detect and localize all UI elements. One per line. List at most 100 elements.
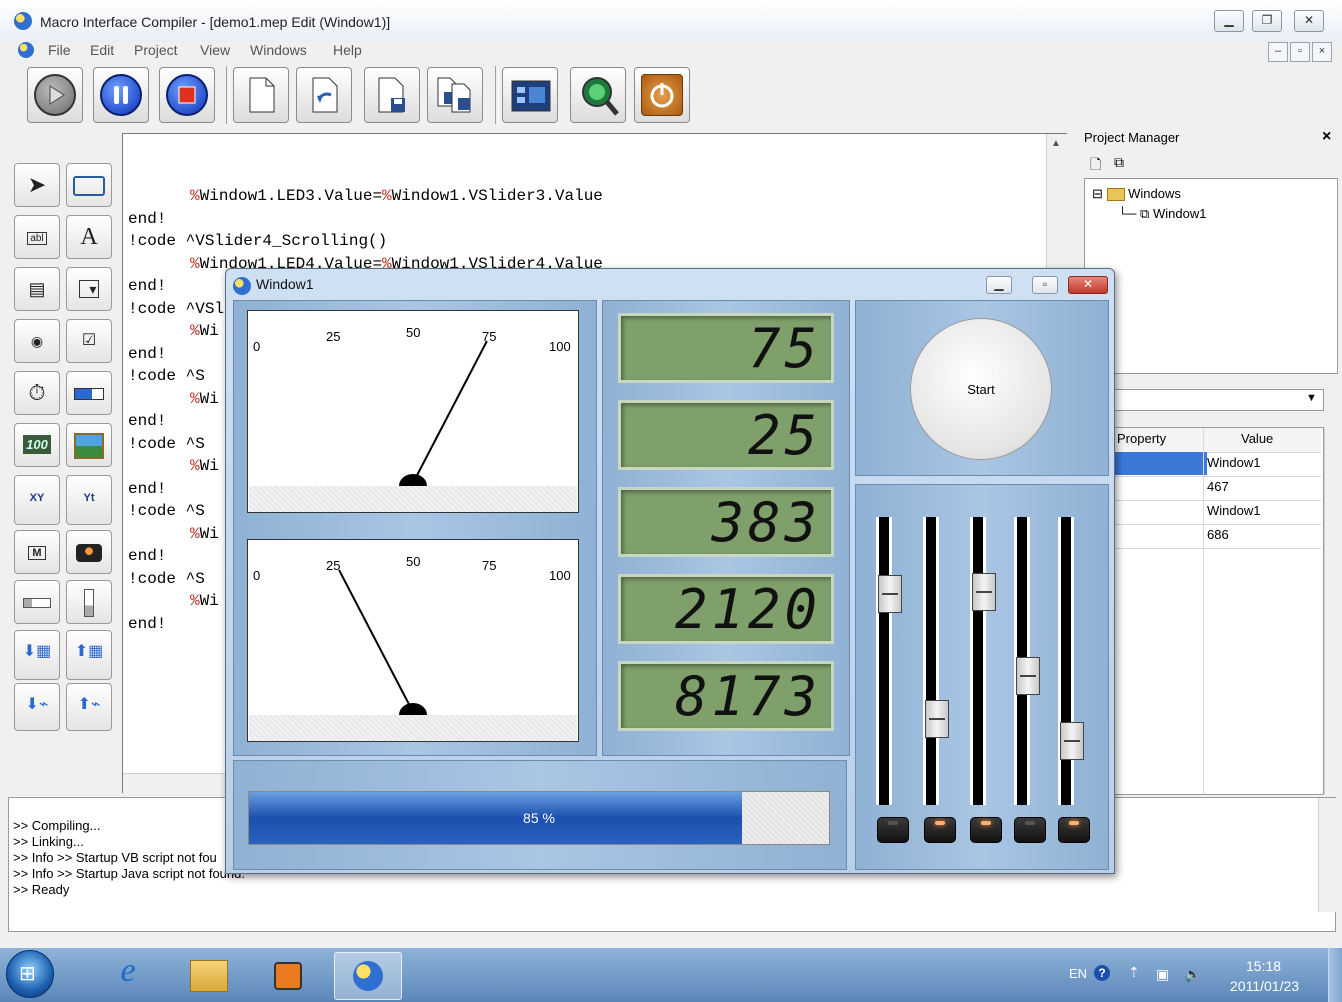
vertical-slider[interactable] (923, 517, 939, 805)
xy-chart-tool[interactable]: XY (14, 475, 60, 525)
slider-thumb[interactable] (972, 573, 996, 611)
scroll-up-icon[interactable]: ▲ (1051, 138, 1061, 149)
led-tool[interactable] (66, 530, 112, 574)
upload-usb-tool[interactable]: ⬆⌁ (66, 683, 112, 731)
combobox-tool[interactable]: ▾ (66, 267, 112, 311)
progressbar-tool[interactable] (66, 371, 112, 415)
checkbox-tool[interactable]: ☑ (66, 319, 112, 363)
slider-thumb[interactable] (925, 700, 949, 738)
download-board-tool[interactable]: ⬇▦ (14, 630, 60, 680)
lcd-value: 75 (747, 317, 821, 380)
stop-button[interactable] (159, 67, 215, 123)
start-button[interactable]: Start (910, 318, 1052, 460)
save-file-button[interactable] (427, 67, 483, 123)
file-explorer-icon[interactable] (180, 952, 236, 998)
menu-help[interactable]: Help (333, 42, 362, 58)
run-button[interactable] (27, 67, 83, 123)
tree-node-window1[interactable]: └─ ⧉ Window1 (1118, 206, 1206, 222)
led-icon (76, 543, 102, 562)
stop-icon (166, 74, 208, 116)
menu-file[interactable]: File (48, 42, 71, 58)
checkbox-icon: ☑ (81, 332, 97, 349)
pause-button[interactable] (93, 67, 149, 123)
macro-compiler-taskbar-icon[interactable] (334, 952, 402, 1000)
property-grid[interactable]: Property Value ne Window1 ght 467 t Wind… (1084, 427, 1324, 795)
property-value[interactable]: 686 (1207, 527, 1229, 542)
vslider-tool[interactable] (66, 580, 112, 624)
pin-icon[interactable]: ⇡ (1128, 964, 1140, 981)
language-indicator[interactable]: EN (1069, 966, 1087, 981)
yt-chart-tool[interactable]: Yt (66, 475, 112, 525)
new-file-button[interactable] (233, 67, 289, 123)
image-tool[interactable] (66, 423, 112, 467)
label-tool[interactable]: A (66, 215, 112, 259)
hslider-tool[interactable] (14, 580, 60, 624)
menu-project[interactable]: Project (134, 42, 178, 58)
listbox-tool[interactable]: ▤ (14, 267, 60, 311)
start-menu-button[interactable]: ⊞ (6, 950, 54, 998)
window-icon[interactable]: ⧉ (1114, 154, 1124, 171)
slider-thumb[interactable] (878, 575, 902, 613)
open-file-icon (378, 77, 405, 113)
window1-maximize-button[interactable]: ▫ (1032, 276, 1058, 294)
progress-label: 85 % (523, 810, 555, 826)
mdi-close-button[interactable]: × (1312, 42, 1332, 62)
upload-board-tool[interactable]: ⬆▦ (66, 630, 112, 680)
new-file-icon (249, 77, 275, 113)
lcd-tool[interactable]: 100 (14, 423, 60, 467)
close-button[interactable]: ✕ (1294, 10, 1324, 32)
vertical-slider[interactable] (876, 517, 892, 805)
network-icon[interactable]: ▣ (1156, 966, 1169, 983)
new-window-icon[interactable]: 🗋 (1090, 154, 1101, 178)
tree-node-windows[interactable]: ⊟ Windows (1092, 186, 1181, 202)
compile-button[interactable] (570, 67, 626, 123)
rectangle-tool[interactable] (66, 163, 112, 207)
textbox-tool[interactable]: abl (14, 215, 60, 259)
property-value[interactable]: Window1 (1207, 455, 1260, 470)
download-usb-tool[interactable]: ⬇⌁ (14, 683, 60, 731)
exit-button[interactable] (634, 67, 690, 123)
show-desktop-button[interactable] (1328, 948, 1342, 1002)
restore-button[interactable]: ❐ (1252, 10, 1282, 32)
slider-thumb[interactable] (1060, 722, 1084, 760)
panel-close-icon[interactable]: × (1322, 128, 1331, 146)
pointer-tool[interactable]: ➤ (14, 163, 60, 207)
property-value[interactable]: Window1 (1207, 503, 1260, 518)
vertical-slider[interactable] (970, 517, 986, 805)
window1-close-button[interactable]: ✕ (1068, 276, 1108, 294)
vertical-slider[interactable] (1058, 517, 1074, 805)
undo-button[interactable] (296, 67, 352, 123)
upload-usb-icon: ⬆⌁ (77, 696, 101, 713)
menu-edit[interactable]: Edit (90, 42, 114, 58)
minimize-button[interactable]: ▁ (1214, 10, 1244, 32)
rectangle-icon (73, 175, 105, 196)
help-icon[interactable]: ? (1094, 965, 1110, 981)
internet-explorer-icon[interactable]: e (100, 952, 156, 998)
mdi-minimize-button[interactable]: – (1268, 42, 1288, 62)
timer-tool[interactable]: ⏱ (14, 371, 60, 415)
object-selector[interactable] (1084, 389, 1324, 411)
meter-needle (399, 340, 488, 486)
property-grid-scrollbar[interactable] (1324, 428, 1339, 794)
folder-icon (1106, 188, 1125, 202)
media-player-icon[interactable] (258, 952, 314, 998)
menu-view[interactable]: View (200, 42, 230, 58)
output-vertical-scrollbar[interactable] (1318, 798, 1336, 912)
clock-time[interactable]: 15:18 (1246, 958, 1281, 974)
radio-icon: ◉ (30, 333, 44, 349)
yt-chart-icon: Yt (83, 492, 95, 504)
meter-tool[interactable]: M (14, 530, 60, 574)
chevron-down-icon[interactable]: ▼ (1306, 392, 1317, 404)
radio-tool[interactable]: ◉ (14, 319, 60, 363)
combobox-icon: ▾ (78, 280, 100, 298)
menu-windows[interactable]: Windows (250, 42, 307, 58)
window1-minimize-button[interactable]: ▁ (986, 276, 1012, 294)
column-divider (1203, 428, 1204, 794)
slider-thumb[interactable] (1016, 657, 1040, 695)
volume-icon[interactable]: 🔈 (1184, 966, 1201, 983)
property-value[interactable]: 467 (1207, 479, 1229, 494)
run-window-button[interactable] (502, 67, 558, 123)
clock-date[interactable]: 2011/01/23 (1230, 978, 1299, 994)
open-file-button[interactable] (364, 67, 420, 123)
mdi-restore-button[interactable]: ▫ (1290, 42, 1310, 62)
